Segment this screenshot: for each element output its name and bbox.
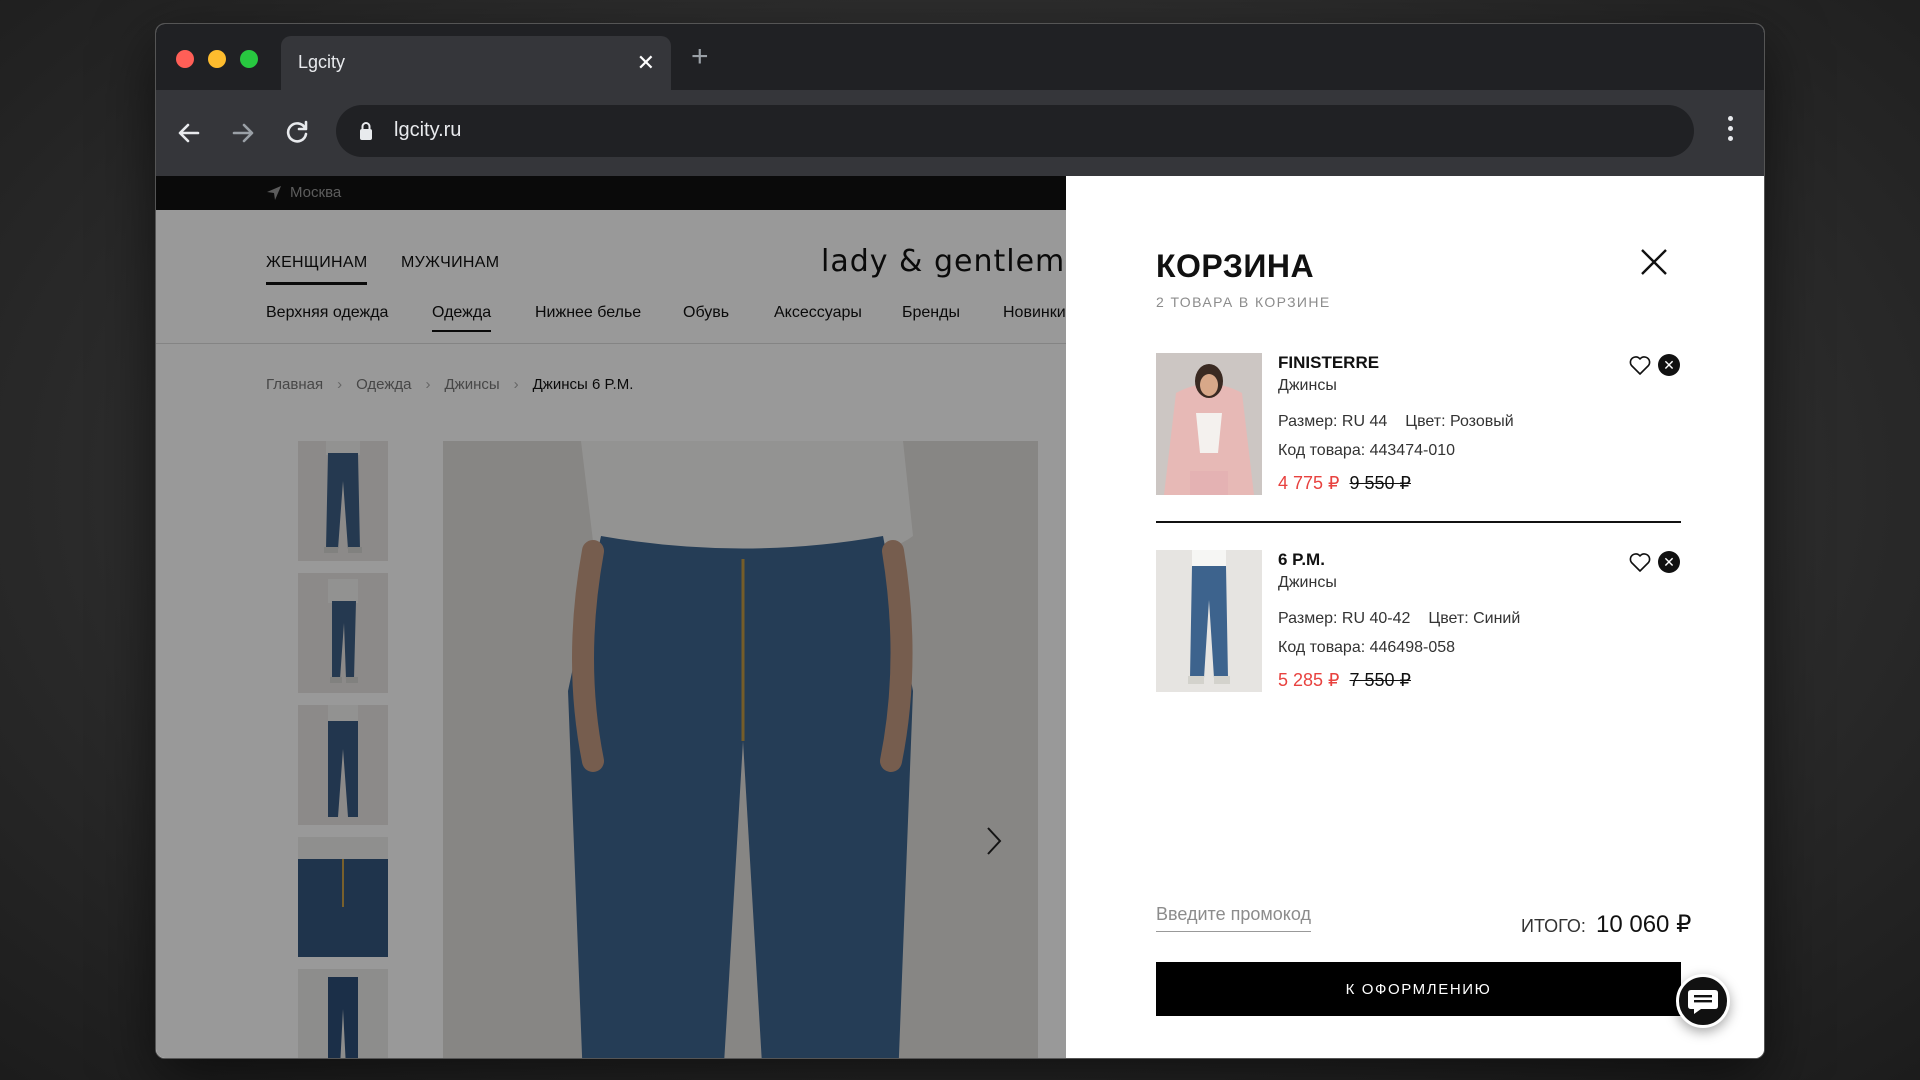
cart-item-price: 5 285 ₽ 7 550 ₽ <box>1278 670 1411 691</box>
cart-item-size: Размер: RU 44 <box>1278 413 1388 430</box>
reload-icon[interactable] <box>282 118 312 148</box>
checkout-button[interactable]: К ОФОРМЛЕНИЮ <box>1156 962 1681 1016</box>
close-window-button[interactable] <box>176 50 194 68</box>
sale-price: 5 285 ₽ <box>1278 670 1340 690</box>
old-price: 9 550 ₽ <box>1349 473 1412 493</box>
tab-close-icon[interactable]: ✕ <box>637 50 655 76</box>
page-dim-overlay[interactable] <box>156 176 1066 1058</box>
chat-button[interactable] <box>1676 974 1730 1028</box>
total-label: ИТОГО: <box>1521 916 1586 936</box>
heart-icon[interactable] <box>1628 550 1652 574</box>
cart-item-color: Цвет: Розовый <box>1405 413 1514 430</box>
page-viewport: Москва ЖЕНЩИНАМ МУЖЧИНАМ lady & gentlema… <box>156 176 1764 1058</box>
forward-arrow-icon[interactable] <box>228 118 258 148</box>
cart-drawer: КОРЗИНА 2 ТОВАРА В КОРЗИНЕ FINISTERRE Дж… <box>1066 176 1764 1058</box>
cart-title: КОРЗИНА <box>1156 248 1315 284</box>
cart-item-type: Джинсы <box>1278 574 1337 591</box>
total-value: 10 060 ₽ <box>1596 911 1692 938</box>
tab-title: Lgcity <box>298 52 346 72</box>
browser-window: Lgcity ✕ + lgcity.ru Москва ЖЕНЩИНАМ МУЖ… <box>155 23 1765 1059</box>
cart-item-attributes: Размер: RU 44 Цвет: Розовый <box>1278 413 1514 431</box>
cart-item-type: Джинсы <box>1278 377 1337 394</box>
cart-item-code: Код товара: 443474-010 <box>1278 442 1456 459</box>
cart-item-image[interactable] <box>1156 353 1262 495</box>
cart-item-count: 2 ТОВАРА В КОРЗИНЕ <box>1156 294 1331 310</box>
promo-code-input[interactable]: Введите промокод <box>1156 904 1311 932</box>
cart-item-price: 4 775 ₽ 9 550 ₽ <box>1278 473 1411 494</box>
cart-item-brand[interactable]: FINISTERRE <box>1278 353 1379 373</box>
cart-item-size: Размер: RU 40-42 <box>1278 610 1411 627</box>
remove-item-icon[interactable]: ✕ <box>1658 551 1680 573</box>
chat-bubble-icon <box>1688 990 1718 1014</box>
cart-item-image[interactable] <box>1156 550 1262 692</box>
lock-icon <box>360 122 372 140</box>
browser-toolbar: lgcity.ru <box>156 90 1764 176</box>
browser-menu-icon[interactable] <box>1728 116 1736 150</box>
cart-item-divider <box>1156 521 1681 523</box>
cart-item-attributes: Размер: RU 40-42 Цвет: Синий <box>1278 610 1520 628</box>
cart-item: 6 P.M. Джинсы Размер: RU 40-42 Цвет: Сини… <box>1156 550 1681 700</box>
close-icon[interactable] <box>1638 246 1670 278</box>
cart-item-color: Цвет: Синий <box>1428 610 1521 627</box>
cart-item-brand[interactable]: 6 P.M. <box>1278 550 1325 570</box>
tab-bar: Lgcity ✕ + <box>156 24 1764 90</box>
back-arrow-icon[interactable] <box>174 118 204 148</box>
maximize-window-button[interactable] <box>240 50 258 68</box>
cart-item-code: Код товара: 446498-058 <box>1278 639 1456 656</box>
minimize-window-button[interactable] <box>208 50 226 68</box>
browser-tab[interactable]: Lgcity ✕ <box>281 36 671 90</box>
url-text[interactable]: lgcity.ru <box>394 119 461 142</box>
product-page: Москва ЖЕНЩИНАМ МУЖЧИНАМ lady & gentlema… <box>156 176 1136 1058</box>
heart-icon[interactable] <box>1628 353 1652 377</box>
remove-item-icon[interactable]: ✕ <box>1658 354 1680 376</box>
sale-price: 4 775 ₽ <box>1278 473 1340 493</box>
new-tab-button[interactable]: + <box>691 42 709 72</box>
cart-item: FINISTERRE Джинсы Размер: RU 44 Цвет: Роз… <box>1156 353 1681 503</box>
old-price: 7 550 ₽ <box>1349 670 1412 690</box>
address-bar[interactable]: lgcity.ru <box>336 105 1694 157</box>
